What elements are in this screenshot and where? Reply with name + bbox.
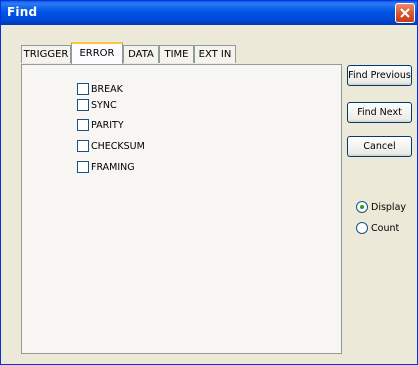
radio-selected-dot [360, 205, 364, 209]
sync-label: SYNC [91, 99, 117, 111]
checksum-checkbox[interactable] [77, 140, 89, 152]
parity-checkbox[interactable] [77, 119, 89, 131]
cancel-button[interactable]: Cancel [347, 136, 412, 157]
display-radio[interactable] [356, 201, 368, 213]
error-tab-panel: BREAK SYNC PARITY CHECKSUM FRAMING [21, 64, 342, 354]
window-title: Find [7, 5, 38, 19]
tab-time[interactable]: TIME [159, 45, 194, 63]
sync-option[interactable]: SYNC [77, 98, 117, 112]
checksum-label: CHECKSUM [91, 140, 145, 152]
break-option[interactable]: BREAK [77, 82, 123, 96]
count-label: Count [371, 222, 400, 234]
tab-error[interactable]: ERROR [71, 42, 123, 64]
sync-checkbox[interactable] [77, 99, 89, 111]
break-checkbox[interactable] [77, 83, 89, 95]
parity-option[interactable]: PARITY [77, 118, 124, 132]
close-button[interactable] [395, 3, 415, 23]
framing-option[interactable]: FRAMING [77, 160, 135, 174]
count-option[interactable]: Count [356, 221, 399, 235]
parity-label: PARITY [91, 119, 124, 131]
count-radio[interactable] [356, 222, 368, 234]
find-dialog: Find TRIGGER ERROR DATA TIME EXT IN BREA… [0, 0, 418, 365]
find-next-button[interactable]: Find Next [347, 102, 412, 123]
tab-ext-in[interactable]: EXT IN [194, 45, 236, 63]
display-label: Display [371, 201, 407, 213]
framing-checkbox[interactable] [77, 161, 89, 173]
framing-label: FRAMING [91, 161, 135, 173]
display-option[interactable]: Display [356, 200, 406, 214]
title-bar[interactable]: Find [1, 1, 417, 25]
find-previous-button[interactable]: Find Previous [347, 65, 412, 86]
close-icon [400, 8, 410, 18]
tab-data[interactable]: DATA [123, 45, 159, 63]
checksum-option[interactable]: CHECKSUM [77, 139, 145, 153]
break-label: BREAK [91, 83, 123, 95]
tab-trigger[interactable]: TRIGGER [21, 45, 71, 63]
